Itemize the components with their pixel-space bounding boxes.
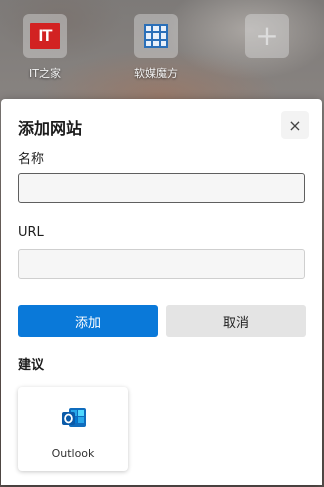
- top-sites: IT IT之家 软媒魔方 +: [0, 14, 324, 86]
- suggestion-label: Outlook: [51, 447, 95, 460]
- top-site-label: 软媒魔方: [134, 67, 178, 80]
- name-label: 名称: [18, 152, 45, 167]
- ithome-tile-icon-box: IT: [23, 14, 67, 58]
- outlook-icon: [62, 408, 86, 427]
- url-input[interactable]: [18, 249, 305, 279]
- ithome-logo-icon: IT: [30, 23, 60, 49]
- top-site-ruanmei[interactable]: 软媒魔方: [120, 14, 192, 81]
- dialog-title: 添加网站: [18, 119, 83, 138]
- add-button[interactable]: 添加: [18, 305, 158, 337]
- close-icon: ×: [288, 115, 302, 135]
- top-site-ithome[interactable]: IT IT之家: [9, 14, 81, 81]
- top-site-label: IT之家: [29, 67, 61, 80]
- suggestions-title: 建议: [18, 358, 45, 373]
- url-label: URL: [18, 225, 44, 240]
- name-input[interactable]: [18, 173, 305, 203]
- close-button[interactable]: ×: [281, 111, 309, 139]
- grid-logo-icon: [144, 24, 168, 48]
- ruanmei-tile-icon-box: [134, 14, 178, 58]
- cancel-button[interactable]: 取消: [166, 305, 306, 337]
- suggestion-outlook[interactable]: Outlook: [18, 387, 128, 471]
- add-site-dialog: 添加网站 × 名称 URL 添加 取消 建议 Outlook: [1, 99, 322, 485]
- plus-icon: +: [255, 19, 279, 52]
- add-tile-icon-box: +: [245, 14, 289, 58]
- add-top-site-button[interactable]: +: [231, 14, 303, 58]
